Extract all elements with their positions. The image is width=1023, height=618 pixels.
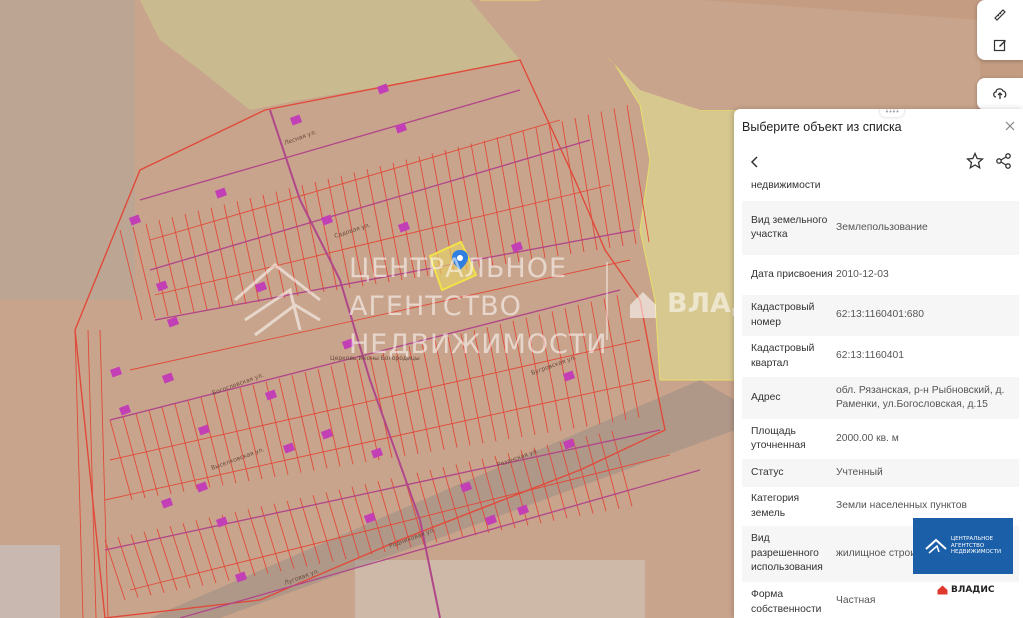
watermark-line: АГЕНТСТВО (349, 291, 522, 322)
vladis-logo: ВЛАДИС (937, 585, 994, 595)
property-value: 2010-12-03 (836, 268, 889, 280)
property-value[interactable]: 62:13:1160401 (836, 349, 1019, 364)
star-icon[interactable] (965, 151, 985, 171)
logo-line: НЕДВИЖИМОСТИ (950, 549, 1002, 556)
drag-handle[interactable] (880, 109, 904, 117)
watermark-line: НЕДВИЖИМОСТИ (349, 329, 608, 360)
watermark: ЦЕНТРАЛЬНОЕ АГЕНТСТВО НЕДВИЖИМОСТИ (349, 250, 608, 364)
property-value[interactable]: 62:13:1160401:680 (836, 308, 1019, 323)
property-key: Кадастровый номер (751, 302, 815, 328)
property-key: Вид разрешенного использования (751, 533, 823, 574)
agency-logo-text: ЦЕНТРАЛЬНОЕ АГЕНТСТВО НЕДВИЖИМОСТИ (951, 536, 1001, 556)
agency-logo: ЦЕНТРАЛЬНОЕ АГЕНТСТВО НЕДВИЖИМОСТИ (913, 518, 1013, 574)
property-key: Вид земельного участка (751, 214, 828, 241)
property-row: Статус Учтенный (742, 459, 1019, 487)
property-key: Форма собственности (751, 589, 822, 615)
map-tools (977, 0, 1023, 60)
upload-icon (993, 88, 1007, 99)
property-key: Адрес (751, 391, 781, 403)
property-row: Вид земельного участка Землепользование (742, 201, 1019, 255)
upload-tools (977, 78, 1023, 110)
property-value: Учтенный (836, 466, 883, 478)
property-row: Кадастровый номер 62:13:1160401:680 (742, 295, 1019, 336)
property-row: Площадь уточненная 2000.00 кв. м (742, 419, 1019, 459)
property-key: Дата присвоения (751, 268, 833, 280)
upload-button[interactable] (977, 78, 1023, 108)
vladis-house-icon (937, 585, 948, 595)
property-row: Дата присвоения 2010-12-03 (742, 255, 1019, 295)
property-row: Кадастровый квартал 62:13:1160401 (742, 336, 1019, 377)
close-icon[interactable] (1003, 119, 1017, 133)
ruler-icon (994, 9, 1006, 21)
property-key: Площадь уточненная (751, 425, 806, 452)
property-value: 2000.00 кв. м (836, 432, 899, 444)
property-value: Земли населенных пунктов (836, 500, 967, 512)
panel-title: Выберите объект из списка (742, 120, 902, 134)
agency-logo-icon (925, 538, 947, 554)
back-icon[interactable] (746, 153, 764, 171)
ruler-button[interactable] (977, 0, 1023, 30)
property-value: обл. Рязанская, р-н Рыбновский, д. Рамен… (836, 384, 1005, 411)
property-key: Статус (751, 466, 784, 478)
property-row: недвижимости (742, 173, 1019, 201)
property-value: Землепользование (836, 221, 928, 233)
share-icon[interactable] (994, 151, 1014, 171)
edit-button[interactable] (977, 30, 1023, 60)
property-key: недвижимости (751, 180, 821, 191)
vladis-brand: ВЛАДИС (951, 585, 995, 595)
property-key: Категория земель (751, 493, 800, 519)
edit-icon (993, 39, 1006, 52)
drag-dots-icon (886, 109, 899, 113)
property-key: Кадастровый квартал (751, 343, 815, 369)
property-row: Адрес обл. Рязанская, р-н Рыбновский, д.… (742, 377, 1019, 419)
watermark-line: ЦЕНТРАЛЬНОЕ (349, 253, 568, 284)
